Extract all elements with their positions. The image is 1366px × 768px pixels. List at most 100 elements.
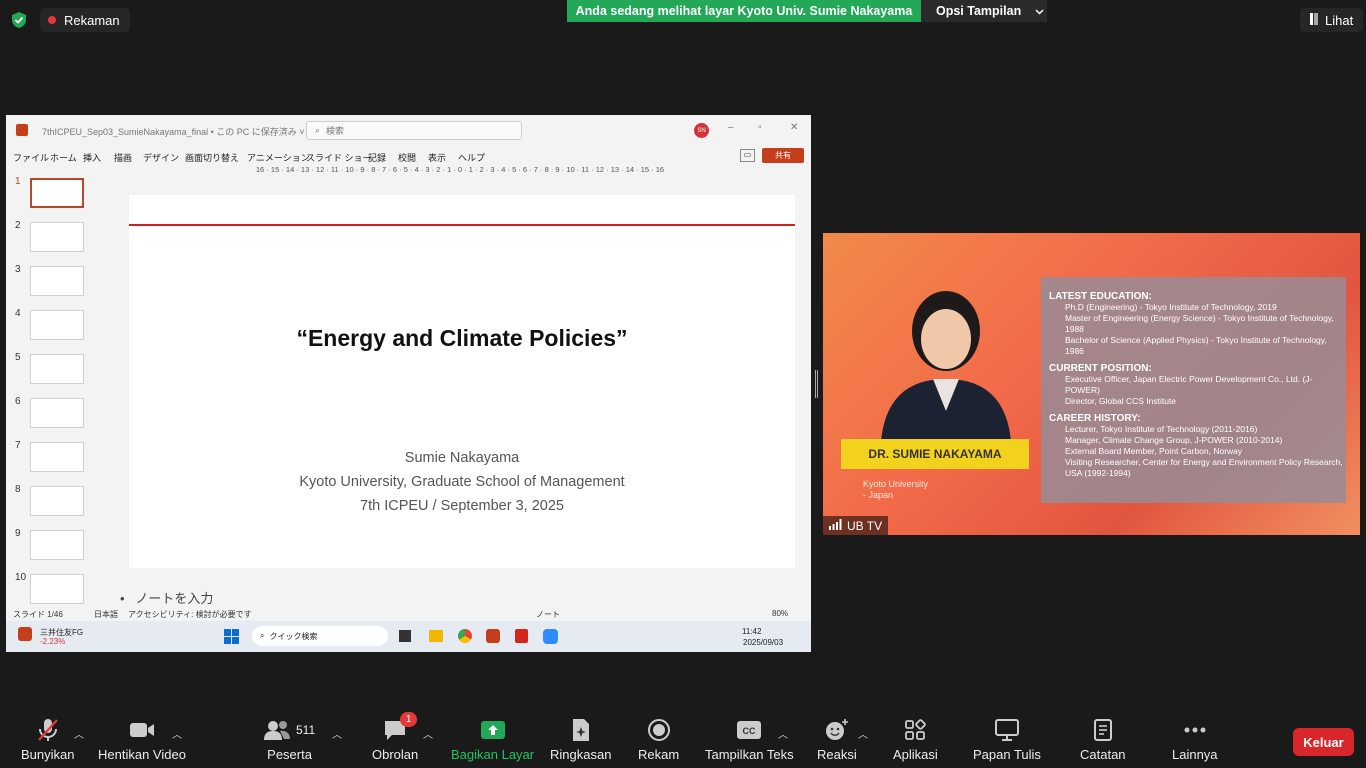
windows-start-icon[interactable] <box>224 629 239 644</box>
acrobat-icon[interactable] <box>515 629 528 643</box>
menu-transitions[interactable]: 画面切り替え <box>185 151 239 164</box>
affiliation-line-2: - Japan <box>863 490 894 500</box>
career-item: Lecturer, Tokyo Institute of Technology … <box>1065 424 1258 434</box>
horizontal-ruler: 16 · 15 · 14 · 13 · 12 · 11 · 10 · 9 · 8… <box>110 165 810 178</box>
record-button[interactable]: Rekam <box>638 718 679 762</box>
task-view-icon[interactable] <box>399 630 411 642</box>
screen-share-banner: Anda sedang melihat layar Kyoto Univ. Su… <box>567 0 921 22</box>
stock-widget-icon[interactable] <box>18 627 32 641</box>
thumb-slide-9[interactable] <box>30 530 84 560</box>
thumb-number: 2 <box>15 220 21 231</box>
taskbar-search-placeholder: クイック検索 <box>269 631 318 641</box>
taskbar-search[interactable]: ⌕ クイック検索 <box>252 626 388 646</box>
menu-animations[interactable]: アニメーション <box>247 151 310 164</box>
leave-meeting-button[interactable]: Keluar <box>1293 728 1354 756</box>
closed-captions-icon: CC <box>737 718 762 742</box>
windows-taskbar: 三井住友FG -2.23% ⌕ クイック検索 11:42 2025/09/03 <box>6 621 811 652</box>
comment-icon[interactable]: ▭ <box>740 149 755 162</box>
slide-thumbnails[interactable]: 1 2 3 4 5 6 7 8 9 10 <box>6 175 106 605</box>
reactions-button[interactable]: Reaksi <box>817 718 857 762</box>
audio-options-caret-icon[interactable]: ︿ <box>74 726 84 741</box>
file-explorer-icon[interactable] <box>429 630 443 642</box>
speaker-video[interactable]: DR. SUMIE NAKAYAMA Kyoto University - Ja… <box>823 233 1360 535</box>
chat-badge: 1 <box>400 712 418 727</box>
clock-time[interactable]: 11:42 <box>742 627 761 636</box>
menu-help[interactable]: ヘルプ <box>458 151 485 164</box>
menu-slideshow[interactable]: スライド ショー <box>306 151 372 164</box>
menu-record[interactable]: 記録 <box>368 151 386 164</box>
chrome-icon[interactable] <box>458 629 472 643</box>
participant-name: UB TV <box>847 518 883 533</box>
current-slide[interactable]: “Energy and Climate Policies” Sumie Naka… <box>129 195 795 568</box>
reactions-options-caret-icon[interactable]: ︿ <box>858 726 868 741</box>
position-item: Director, Global CCS Institute <box>1065 396 1177 406</box>
file-name[interactable]: 7thICPEU_Sep03_SumieNakayama_final • この … <box>42 125 305 138</box>
apps-label: Aplikasi <box>893 747 938 762</box>
thumb-number: 8 <box>15 484 21 495</box>
whiteboard-button[interactable]: Papan Tulis <box>973 718 1041 762</box>
zoom-app-icon[interactable] <box>543 629 558 644</box>
thumb-slide-10[interactable] <box>30 574 84 604</box>
share-screen-button[interactable]: Bagikan Layar <box>451 718 534 762</box>
video-camera-icon <box>129 718 155 742</box>
thumb-slide-8[interactable] <box>30 486 84 516</box>
clock-date[interactable]: 2025/09/03 <box>743 638 783 647</box>
smiley-plus-icon <box>825 718 849 742</box>
menu-design[interactable]: デザイン <box>143 151 179 164</box>
video-options-caret-icon[interactable]: ︿ <box>172 726 182 741</box>
user-avatar[interactable]: SN <box>694 123 709 138</box>
captions-options-caret-icon[interactable]: ︿ <box>778 726 788 741</box>
view-options-button[interactable]: Opsi Tampilan <box>921 0 1047 22</box>
unmute-button[interactable]: Bunyikan <box>21 718 74 762</box>
accessibility-status[interactable]: アクセシビリティ: 検討が必要です <box>128 609 252 620</box>
whiteboard-label: Papan Tulis <box>973 747 1041 762</box>
minimize-icon[interactable]: – <box>728 122 734 133</box>
notes-toggle[interactable]: ノート <box>536 609 560 620</box>
split-divider-handle[interactable] <box>815 370 818 398</box>
education-header: LATEST EDUCATION: <box>1049 291 1152 302</box>
thumb-slide-6[interactable] <box>30 398 84 428</box>
thumb-slide-7[interactable] <box>30 442 84 472</box>
chat-options-caret-icon[interactable]: ︿ <box>423 726 433 741</box>
thumb-slide-5[interactable] <box>30 354 84 384</box>
show-captions-label: Tampilkan Teks <box>705 747 794 762</box>
share-label: 共有 <box>775 151 791 160</box>
menu-insert[interactable]: 挿入 <box>83 151 101 164</box>
chat-bubble-icon: 1 <box>383 712 418 742</box>
career-item: Visiting Researcher, Center for Energy a… <box>1065 457 1343 478</box>
notes-pane[interactable]: • ノートを入力 <box>110 585 810 607</box>
thumb-slide-3[interactable] <box>30 266 84 296</box>
notes-button[interactable]: Catatan <box>1080 718 1126 762</box>
participants-button[interactable]: 511 Peserta <box>264 718 315 762</box>
thumb-slide-2[interactable] <box>30 222 84 252</box>
slide-affiliation: Kyoto University, Graduate School of Man… <box>299 474 625 490</box>
participants-count: 511 <box>296 723 316 737</box>
recording-indicator[interactable]: Rekaman <box>40 8 130 32</box>
zoom-level[interactable]: 80% <box>772 609 788 618</box>
share-button[interactable]: 共有 <box>762 148 804 163</box>
thumb-slide-1[interactable] <box>30 178 84 208</box>
chat-button[interactable]: 1 Obrolan <box>372 712 418 762</box>
ppt-search-box[interactable]: ⌕ 検索 <box>306 121 522 140</box>
menu-draw[interactable]: 描画 <box>114 151 132 164</box>
apps-button[interactable]: Aplikasi <box>893 718 938 762</box>
security-shield-icon[interactable] <box>8 9 30 31</box>
language[interactable]: 日本語 <box>94 609 118 620</box>
view-label: Lihat <box>1325 12 1354 28</box>
more-button[interactable]: Lainnya <box>1172 718 1218 762</box>
menu-home[interactable]: ホーム <box>50 151 77 164</box>
powerpoint-icon[interactable] <box>486 629 500 643</box>
share-screen-icon <box>480 718 505 742</box>
menu-review[interactable]: 校閲 <box>398 151 416 164</box>
menu-view[interactable]: 表示 <box>428 151 446 164</box>
menu-file[interactable]: ファイル <box>13 151 49 164</box>
speaker-portrait <box>871 271 1021 441</box>
participants-options-caret-icon[interactable]: ︿ <box>332 726 342 741</box>
summary-button[interactable]: Ringkasan <box>550 718 611 762</box>
view-button[interactable]: Lihat <box>1300 8 1364 32</box>
thumb-slide-4[interactable] <box>30 310 84 340</box>
slide-event: 7th ICPEU / September 3, 2025 <box>360 498 564 514</box>
close-icon[interactable]: ✕ <box>790 122 798 133</box>
maximize-icon[interactable]: ▫ <box>758 122 762 133</box>
grid-view-icon <box>1310 12 1318 28</box>
